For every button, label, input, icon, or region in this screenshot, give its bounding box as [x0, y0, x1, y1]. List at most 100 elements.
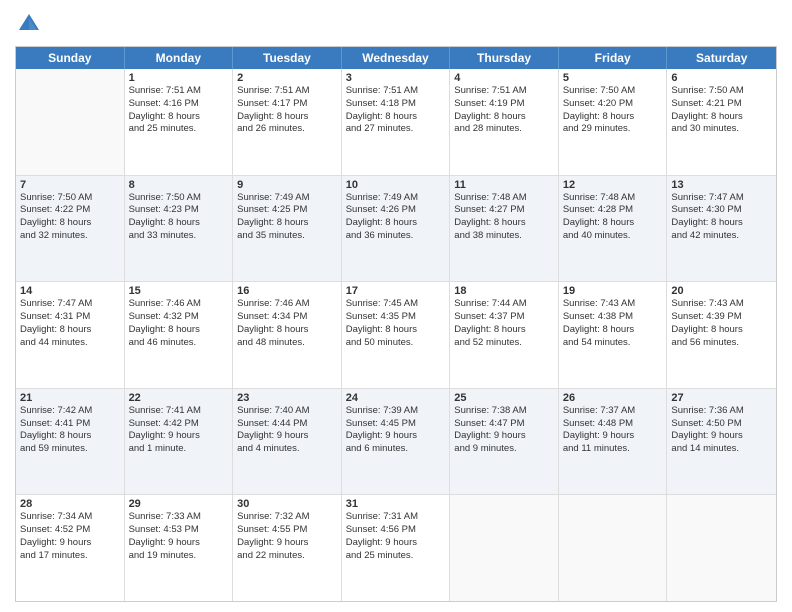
cell-line: Sunset: 4:21 PM	[671, 98, 772, 111]
calendar-cell: 27Sunrise: 7:36 AMSunset: 4:50 PMDayligh…	[667, 389, 776, 495]
cell-line: Sunrise: 7:47 AM	[20, 298, 120, 311]
cell-line: Daylight: 8 hours	[671, 111, 772, 124]
cell-line: Sunrise: 7:38 AM	[454, 405, 554, 418]
day-number: 15	[129, 285, 229, 297]
cell-line: Daylight: 9 hours	[454, 430, 554, 443]
calendar-cell: 10Sunrise: 7:49 AMSunset: 4:26 PMDayligh…	[342, 176, 451, 282]
calendar-cell: 21Sunrise: 7:42 AMSunset: 4:41 PMDayligh…	[16, 389, 125, 495]
calendar-cell: 3Sunrise: 7:51 AMSunset: 4:18 PMDaylight…	[342, 69, 451, 175]
calendar-cell	[667, 495, 776, 601]
cell-line: and 35 minutes.	[237, 230, 337, 243]
cell-line: Sunrise: 7:50 AM	[563, 85, 663, 98]
calendar: SundayMondayTuesdayWednesdayThursdayFrid…	[15, 46, 777, 602]
calendar-cell: 11Sunrise: 7:48 AMSunset: 4:27 PMDayligh…	[450, 176, 559, 282]
cell-line: and 30 minutes.	[671, 123, 772, 136]
cell-line: and 9 minutes.	[454, 443, 554, 456]
cell-line: and 56 minutes.	[671, 337, 772, 350]
cell-line: Sunrise: 7:36 AM	[671, 405, 772, 418]
day-number: 25	[454, 392, 554, 404]
cell-line: Daylight: 8 hours	[237, 111, 337, 124]
cell-line: Sunset: 4:22 PM	[20, 204, 120, 217]
cell-line: Daylight: 8 hours	[237, 217, 337, 230]
cell-line: Sunset: 4:16 PM	[129, 98, 229, 111]
cell-line: Daylight: 8 hours	[129, 111, 229, 124]
day-number: 23	[237, 392, 337, 404]
cell-line: Sunset: 4:32 PM	[129, 311, 229, 324]
page: SundayMondayTuesdayWednesdayThursdayFrid…	[0, 0, 792, 612]
cell-line: Sunset: 4:26 PM	[346, 204, 446, 217]
day-number: 14	[20, 285, 120, 297]
calendar-cell	[16, 69, 125, 175]
day-number: 2	[237, 72, 337, 84]
day-number: 19	[563, 285, 663, 297]
cell-line: and 26 minutes.	[237, 123, 337, 136]
calendar-cell: 4Sunrise: 7:51 AMSunset: 4:19 PMDaylight…	[450, 69, 559, 175]
cell-line: Daylight: 8 hours	[237, 324, 337, 337]
cell-line: Sunset: 4:28 PM	[563, 204, 663, 217]
day-number: 28	[20, 498, 120, 510]
cell-line: Sunrise: 7:44 AM	[454, 298, 554, 311]
cell-line: Daylight: 9 hours	[129, 537, 229, 550]
calendar-cell: 8Sunrise: 7:50 AMSunset: 4:23 PMDaylight…	[125, 176, 234, 282]
calendar-cell: 6Sunrise: 7:50 AMSunset: 4:21 PMDaylight…	[667, 69, 776, 175]
cell-line: Sunrise: 7:46 AM	[129, 298, 229, 311]
calendar-cell: 26Sunrise: 7:37 AMSunset: 4:48 PMDayligh…	[559, 389, 668, 495]
cell-line: Daylight: 8 hours	[563, 217, 663, 230]
cell-line: and 52 minutes.	[454, 337, 554, 350]
cell-line: Daylight: 8 hours	[346, 324, 446, 337]
cell-line: and 32 minutes.	[20, 230, 120, 243]
cell-line: Sunset: 4:44 PM	[237, 418, 337, 431]
day-number: 5	[563, 72, 663, 84]
cell-line: Sunrise: 7:50 AM	[671, 85, 772, 98]
weekday-header: Sunday	[16, 47, 125, 69]
cell-line: and 59 minutes.	[20, 443, 120, 456]
cell-line: Daylight: 8 hours	[454, 111, 554, 124]
cell-line: Sunset: 4:42 PM	[129, 418, 229, 431]
calendar-cell: 28Sunrise: 7:34 AMSunset: 4:52 PMDayligh…	[16, 495, 125, 601]
cell-line: Daylight: 8 hours	[20, 324, 120, 337]
cell-line: and 22 minutes.	[237, 550, 337, 563]
cell-line: Sunrise: 7:47 AM	[671, 192, 772, 205]
cell-line: Sunrise: 7:48 AM	[454, 192, 554, 205]
cell-line: and 33 minutes.	[129, 230, 229, 243]
cell-line: Daylight: 9 hours	[671, 430, 772, 443]
calendar-cell: 30Sunrise: 7:32 AMSunset: 4:55 PMDayligh…	[233, 495, 342, 601]
logo	[15, 10, 47, 38]
calendar-cell: 12Sunrise: 7:48 AMSunset: 4:28 PMDayligh…	[559, 176, 668, 282]
day-number: 30	[237, 498, 337, 510]
cell-line: and 25 minutes.	[129, 123, 229, 136]
calendar-cell: 13Sunrise: 7:47 AMSunset: 4:30 PMDayligh…	[667, 176, 776, 282]
calendar-row: 7Sunrise: 7:50 AMSunset: 4:22 PMDaylight…	[16, 176, 776, 283]
cell-line: Sunset: 4:18 PM	[346, 98, 446, 111]
cell-line: Sunset: 4:19 PM	[454, 98, 554, 111]
cell-line: Daylight: 9 hours	[129, 430, 229, 443]
cell-line: and 40 minutes.	[563, 230, 663, 243]
weekday-header: Saturday	[667, 47, 776, 69]
cell-line: Sunrise: 7:41 AM	[129, 405, 229, 418]
calendar-cell: 15Sunrise: 7:46 AMSunset: 4:32 PMDayligh…	[125, 282, 234, 388]
cell-line: Sunset: 4:45 PM	[346, 418, 446, 431]
calendar-cell: 9Sunrise: 7:49 AMSunset: 4:25 PMDaylight…	[233, 176, 342, 282]
calendar-cell: 1Sunrise: 7:51 AMSunset: 4:16 PMDaylight…	[125, 69, 234, 175]
weekday-header: Thursday	[450, 47, 559, 69]
cell-line: Daylight: 8 hours	[454, 324, 554, 337]
calendar-cell: 2Sunrise: 7:51 AMSunset: 4:17 PMDaylight…	[233, 69, 342, 175]
cell-line: Daylight: 8 hours	[129, 324, 229, 337]
cell-line: Daylight: 9 hours	[346, 430, 446, 443]
cell-line: Sunrise: 7:48 AM	[563, 192, 663, 205]
cell-line: Daylight: 8 hours	[129, 217, 229, 230]
cell-line: Daylight: 8 hours	[671, 217, 772, 230]
cell-line: Sunset: 4:39 PM	[671, 311, 772, 324]
logo-icon	[15, 10, 43, 38]
day-number: 12	[563, 179, 663, 191]
cell-line: Sunrise: 7:31 AM	[346, 511, 446, 524]
day-number: 18	[454, 285, 554, 297]
cell-line: Sunset: 4:34 PM	[237, 311, 337, 324]
cell-line: Sunset: 4:25 PM	[237, 204, 337, 217]
cell-line: Daylight: 8 hours	[563, 324, 663, 337]
calendar-cell: 5Sunrise: 7:50 AMSunset: 4:20 PMDaylight…	[559, 69, 668, 175]
cell-line: and 17 minutes.	[20, 550, 120, 563]
calendar-row: 28Sunrise: 7:34 AMSunset: 4:52 PMDayligh…	[16, 495, 776, 601]
day-number: 27	[671, 392, 772, 404]
cell-line: and 42 minutes.	[671, 230, 772, 243]
